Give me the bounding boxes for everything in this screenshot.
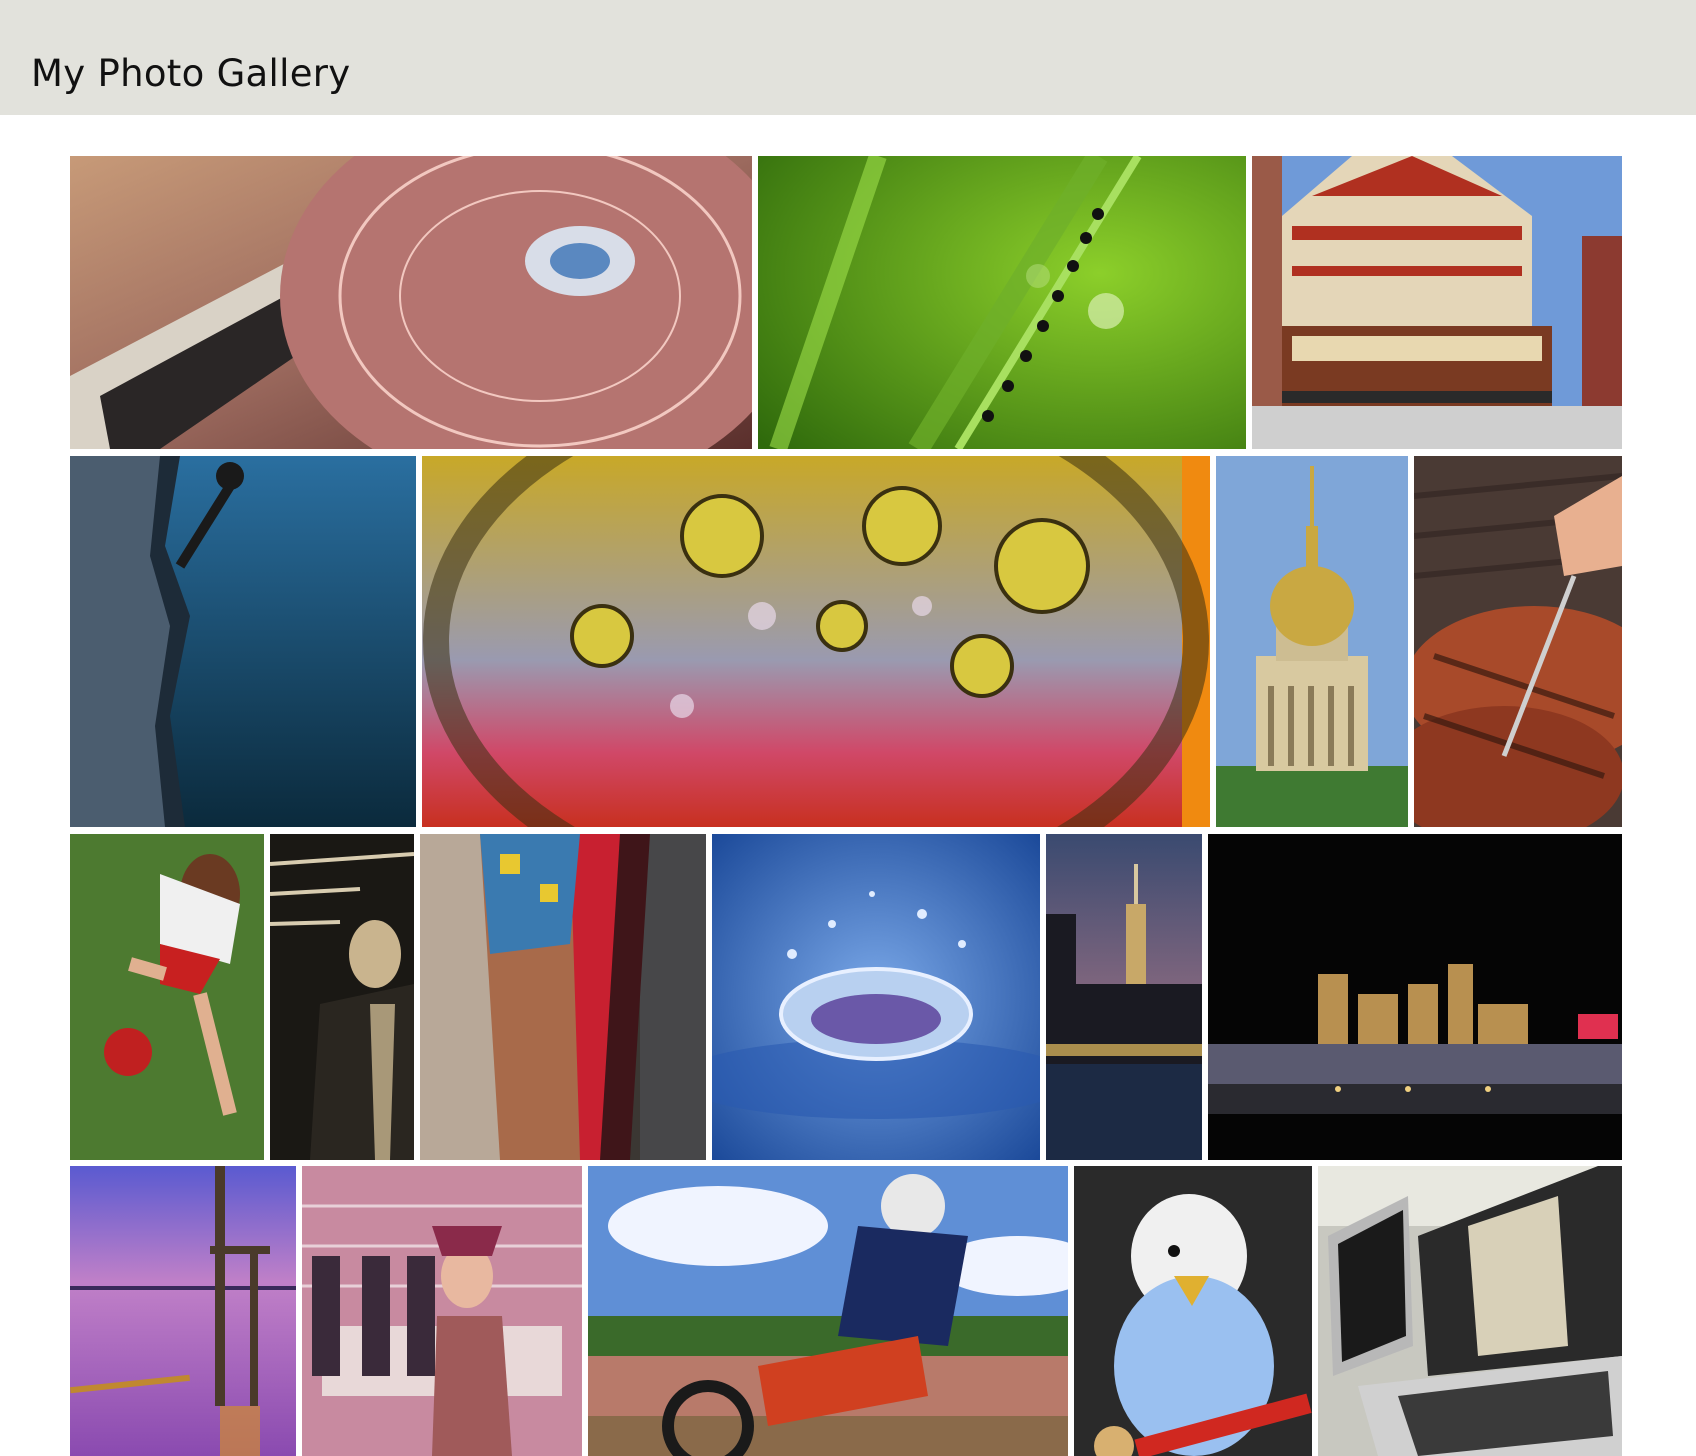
- las-vegas-night-image: [1208, 834, 1622, 1160]
- photo-girl-kicking-ball[interactable]: [70, 834, 264, 1160]
- photo-ants-on-grass[interactable]: [758, 156, 1246, 449]
- photo-pier-at-dusk[interactable]: [70, 1166, 296, 1456]
- empire-state-skyline-image: [1046, 834, 1202, 1160]
- photo-water-drop-splash[interactable]: [712, 834, 1040, 1160]
- girl-kicking-ball-image: [70, 834, 264, 1160]
- colorful-sweater-image: [420, 834, 706, 1160]
- grilled-steak-image: [1414, 456, 1622, 827]
- motocross-rider-image: [588, 1166, 1068, 1456]
- ants-on-grass-image: [758, 156, 1246, 449]
- domed-cathedral-image: [1216, 456, 1408, 827]
- dj-turntable-image: [70, 156, 752, 449]
- photo-budgie-parrot[interactable]: [1074, 1166, 1312, 1456]
- pier-at-dusk-image: [70, 1166, 296, 1456]
- photo-las-vegas-night[interactable]: [1208, 834, 1622, 1160]
- rock-climber-image: [70, 456, 416, 827]
- photo-empire-state-skyline[interactable]: [1046, 834, 1202, 1160]
- photo-motocross-rider[interactable]: [588, 1166, 1068, 1456]
- photo-costumed-woman-on-bench[interactable]: [302, 1166, 582, 1456]
- laptops-on-desk-image: [1318, 1166, 1622, 1456]
- photo-chinatown-cable-car[interactable]: [1252, 156, 1622, 449]
- photo-rock-climber[interactable]: [70, 456, 416, 827]
- budgie-parrot-image: [1074, 1166, 1312, 1456]
- oil-water-macro-image: [422, 456, 1210, 827]
- chinatown-cable-car-image: [1252, 156, 1622, 449]
- photo-dj-turntable[interactable]: [70, 156, 752, 449]
- costumed-woman-on-bench-image: [302, 1166, 582, 1456]
- photo-gallery: [0, 0, 1696, 1456]
- water-drop-splash-image: [712, 834, 1040, 1160]
- photo-man-in-leather-jacket[interactable]: [270, 834, 414, 1160]
- photo-laptops-on-desk[interactable]: [1318, 1166, 1622, 1456]
- photo-grilled-steak[interactable]: [1414, 456, 1622, 827]
- man-in-leather-jacket-image: [270, 834, 414, 1160]
- photo-domed-cathedral[interactable]: [1216, 456, 1408, 827]
- photo-colorful-sweater[interactable]: [420, 834, 706, 1160]
- photo-oil-water-macro[interactable]: [422, 456, 1210, 827]
